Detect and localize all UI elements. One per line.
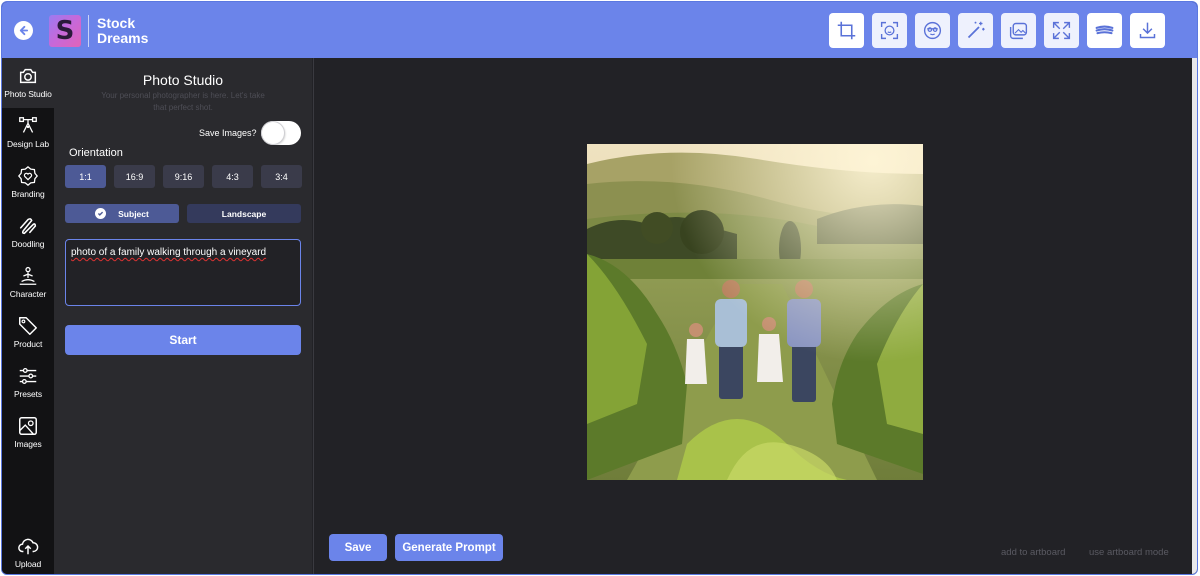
vineyard-family-photo (587, 144, 923, 480)
prompt-text: photo of a family walking through a vine… (71, 247, 267, 258)
sunglasses-face-icon (923, 21, 942, 40)
mode-landscape-button[interactable]: Landscape (187, 204, 301, 223)
sidebar-item-presets[interactable]: Presets (2, 358, 54, 408)
mode-subject-button[interactable]: Subject (65, 204, 179, 223)
back-button[interactable] (14, 21, 33, 40)
sidebar-item-label: Character (9, 289, 47, 299)
sidebar-item-design-lab[interactable]: Design Lab (2, 108, 54, 158)
sidebar: Photo Studio Design Lab Branding Doodlin… (2, 58, 54, 574)
prompt-input[interactable]: photo of a family walking through a vine… (65, 239, 301, 306)
expand-button[interactable] (1044, 13, 1079, 48)
crop-icon (837, 21, 856, 40)
add-to-artboard-link[interactable]: add to artboard (1001, 547, 1065, 558)
sidebar-item-label: Product (13, 339, 43, 349)
vector-pen-icon (19, 117, 37, 133)
toolbar (829, 13, 1165, 48)
sidebar-item-label: Photo Studio (4, 89, 52, 99)
download-button[interactable] (1130, 13, 1165, 48)
orientation-16-9[interactable]: 16:9 (114, 165, 155, 188)
face-scan-icon (880, 21, 899, 40)
toggle-knob (262, 122, 284, 144)
canvas-area: Save Generate Prompt add to artboard use… (313, 58, 1196, 574)
app-window: S Stock Dreams Photo Studio Design Lab B… (1, 1, 1198, 575)
heart-badge-icon (17, 165, 39, 187)
image-layers-button[interactable] (1001, 13, 1036, 48)
meditation-person-icon (19, 266, 37, 285)
app-name: Stock Dreams (97, 15, 149, 46)
sidebar-item-label: Images (14, 439, 42, 449)
download-icon (1139, 22, 1156, 39)
image-icon (19, 417, 37, 435)
sliders-icon (19, 368, 37, 384)
orientation-9-16[interactable]: 9:16 (163, 165, 204, 188)
camera-icon (19, 68, 37, 84)
panel-title: Photo Studio (142, 72, 224, 88)
mode-subject-label: Subject (118, 208, 149, 219)
arrow-left-circle-icon (19, 25, 29, 36)
brush-button[interactable] (1087, 13, 1122, 48)
top-header: S Stock Dreams (2, 2, 1197, 58)
face-scan-button[interactable] (872, 13, 907, 48)
cloud-upload-icon (18, 538, 39, 555)
save-images-toggle[interactable] (261, 121, 301, 145)
sidebar-item-character[interactable]: Character (2, 258, 54, 308)
sidebar-item-product[interactable]: Product (2, 308, 54, 358)
expand-arrows-icon (1052, 21, 1071, 40)
orientation-1-1[interactable]: 1:1 (65, 165, 106, 188)
squiggle-icon (19, 218, 37, 235)
sidebar-item-branding[interactable]: Branding (2, 158, 54, 208)
magic-wand-button[interactable] (958, 13, 993, 48)
sidebar-item-label: Upload (14, 559, 42, 569)
crop-button[interactable] (829, 13, 864, 48)
start-button[interactable]: Start (65, 325, 301, 355)
sidebar-item-label: Design Lab (6, 139, 49, 149)
generate-prompt-button[interactable]: Generate Prompt (395, 534, 503, 561)
image-layers-icon (1009, 22, 1028, 40)
orientation-label: Orientation (69, 147, 123, 159)
panel-subtitle: Your personal photographer is here. Let'… (101, 91, 265, 112)
save-button[interactable]: Save (329, 534, 387, 561)
scrollbar[interactable] (1192, 58, 1197, 574)
check-icon (95, 208, 107, 219)
sidebar-item-upload[interactable]: Upload (2, 528, 54, 574)
face-retouch-button[interactable] (915, 13, 950, 48)
sidebar-item-photo-studio[interactable]: Photo Studio (2, 58, 54, 108)
logo-divider (88, 15, 89, 47)
generated-photo[interactable] (587, 144, 923, 480)
sidebar-item-label: Presets (13, 389, 43, 399)
use-artboard-mode-link[interactable]: use artboard mode (1089, 547, 1169, 558)
orientation-4-3[interactable]: 4:3 (212, 165, 253, 188)
sidebar-item-label: Doodling (11, 239, 45, 249)
sidebar-item-images[interactable]: Images (2, 408, 54, 458)
mode-options: Subject Landscape (65, 204, 301, 223)
brush-stroke-icon (1095, 25, 1114, 35)
sidebar-item-label: Branding (11, 189, 45, 199)
mode-landscape-label: Landscape (221, 208, 267, 219)
control-panel: Photo Studio Your personal photographer … (54, 58, 312, 574)
magic-wand-icon (967, 21, 985, 39)
orientation-3-4[interactable]: 3:4 (261, 165, 302, 188)
save-images-label: Save Images? (199, 128, 257, 138)
sidebar-item-doodling[interactable]: Doodling (2, 208, 54, 258)
app-logo: S (49, 15, 81, 47)
tag-icon (19, 317, 37, 335)
orientation-options: 1:1 16:9 9:16 4:3 3:4 (65, 165, 302, 188)
